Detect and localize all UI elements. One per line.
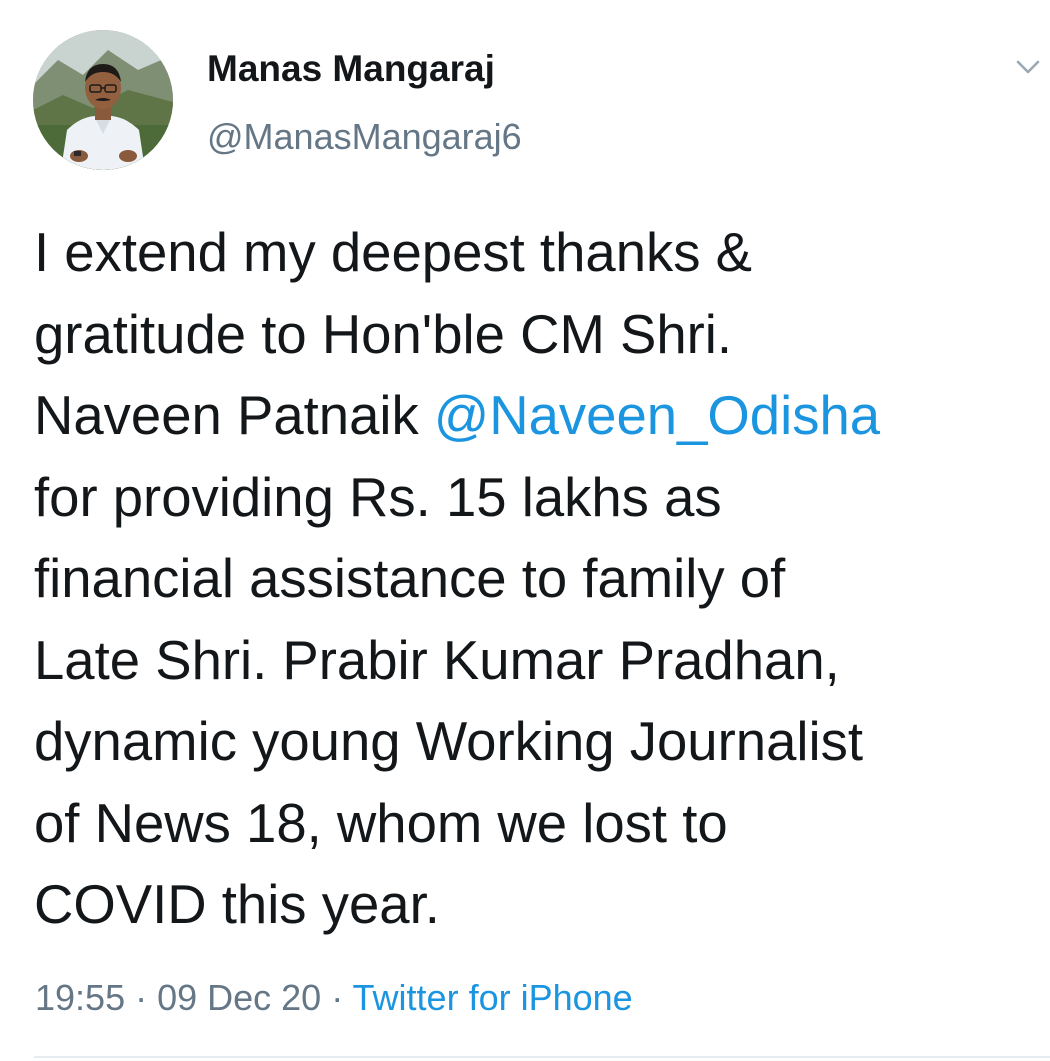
avatar-photo-icon	[33, 30, 173, 170]
tweet-text-line: financial assistance to family of	[34, 548, 786, 609]
tweet-text-line: I extend my deepest thanks &	[34, 222, 753, 283]
tweet-card: Manas Mangaraj @ManasMangaraj6 I extend …	[0, 0, 1050, 1061]
mention-link[interactable]: @Naveen_Odisha	[434, 385, 880, 446]
tweet-text-line: gratitude to Hon'ble CM Shri.	[34, 303, 733, 365]
tweet-time[interactable]: 19:55	[35, 977, 125, 1018]
tweet-text-line: of News 18, whom we lost to	[34, 792, 728, 854]
chevron-down-icon	[1016, 60, 1040, 74]
tweet-text-line: dynamic young Working Journalist	[34, 711, 863, 772]
author-avatar[interactable]	[33, 30, 173, 170]
meta-separator: ·	[321, 977, 353, 1018]
tweet-text-segment: Naveen Patnaik	[34, 385, 434, 446]
author-display-name[interactable]: Manas Mangaraj	[207, 45, 495, 93]
tweet-source-link[interactable]: Twitter for iPhone	[353, 977, 633, 1018]
tweet-text: I extend my deepest thanks & gratitude t…	[34, 212, 1044, 946]
tweet-text-line: COVID this year.	[34, 874, 440, 935]
tweet-text-line: for providing Rs. 15 lakhs as	[34, 466, 722, 528]
tweet-menu-button[interactable]	[1013, 52, 1043, 82]
divider	[34, 1056, 1050, 1058]
tweet-text-line: Late Shri. Prabir Kumar Pradhan,	[34, 629, 840, 691]
tweet-meta: 19:55 · 09 Dec 20 · Twitter for iPhone	[35, 973, 633, 1023]
meta-separator: ·	[125, 977, 158, 1018]
tweet-date[interactable]: 09 Dec 20	[157, 977, 321, 1018]
tweet-text-line: Naveen Patnaik @Naveen_Odisha	[34, 375, 1044, 457]
author-handle[interactable]: @ManasMangaraj6	[207, 113, 522, 161]
